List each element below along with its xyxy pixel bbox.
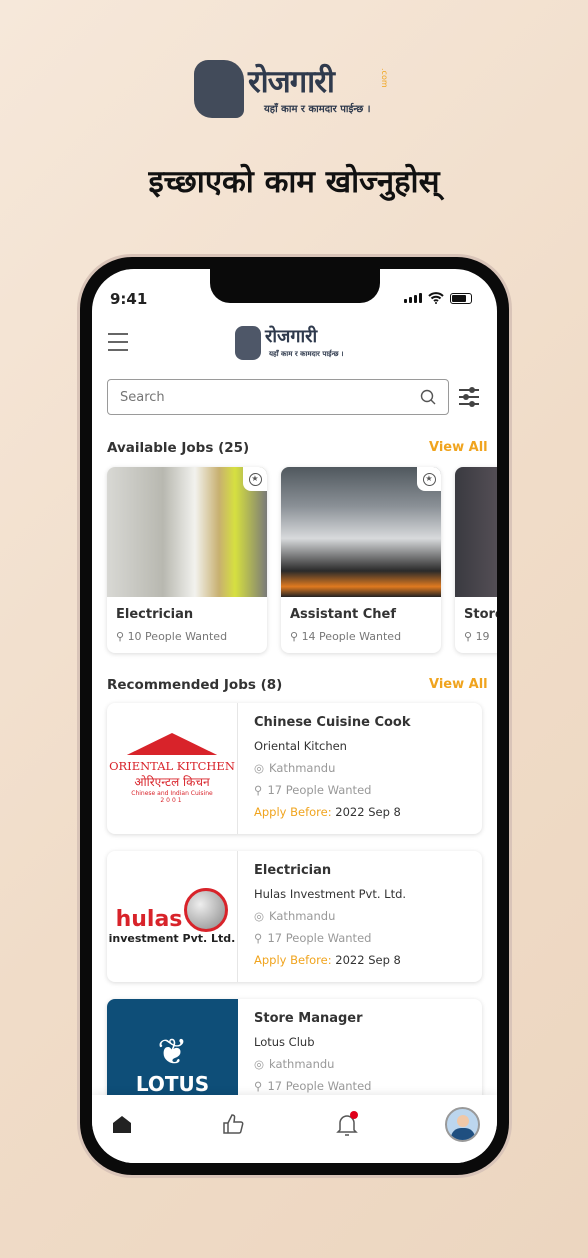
recommended-view-all-link[interactable]: View All bbox=[429, 677, 488, 692]
status-icons bbox=[404, 292, 472, 304]
search-box[interactable] bbox=[107, 379, 449, 415]
company-name: Lotus Club bbox=[254, 1035, 315, 1049]
brand-tagline: यहाँ काम र कामदार पाईन्छ । bbox=[264, 104, 371, 115]
job-image-store bbox=[455, 467, 497, 597]
people-wanted: ⚲ 10 People Wanted bbox=[116, 630, 228, 643]
menu-button[interactable] bbox=[108, 333, 128, 351]
header-brand-name: रोजगारी bbox=[265, 326, 318, 347]
person-icon: ⚲ bbox=[290, 630, 302, 643]
header-logo: रोजगारी यहाँ काम र कामदार पाईन्छ । bbox=[235, 324, 355, 362]
company-logo-oriental-kitchen: ORIENTAL KITCHEN ओरिएन्टल किचन Chinese a… bbox=[107, 703, 238, 834]
home-icon[interactable] bbox=[112, 1115, 132, 1133]
notch bbox=[210, 269, 380, 303]
star-icon: ★ bbox=[422, 472, 436, 486]
job-card[interactable]: Store ⚲ 19 bbox=[455, 467, 497, 653]
header-tagline: यहाँ काम र कामदार पाईन्छ । bbox=[269, 350, 344, 358]
brand-domain: .com bbox=[380, 68, 389, 88]
brand-name: रोजगारी bbox=[248, 64, 335, 100]
location-pin-icon: ◎ bbox=[254, 1057, 265, 1071]
people-wanted: ⚲ 17 People Wanted bbox=[254, 783, 372, 797]
battery-icon bbox=[450, 292, 472, 304]
location: ◎ Kathmandu bbox=[254, 909, 336, 923]
people-wanted: ⚲ 19 bbox=[464, 630, 490, 643]
wifi-icon bbox=[428, 292, 444, 304]
location-pin-icon: ◎ bbox=[254, 909, 265, 923]
person-icon: ⚲ bbox=[254, 783, 263, 797]
profile-avatar[interactable] bbox=[445, 1107, 480, 1142]
like-icon[interactable] bbox=[222, 1113, 244, 1135]
job-title: Store bbox=[464, 607, 497, 622]
company-name: Hulas Investment Pvt. Ltd. bbox=[254, 887, 407, 901]
phone-screen: 9:41 रोजगारी यहाँ काम र कामदार पाईन्छ । … bbox=[92, 269, 497, 1163]
job-title: Store Manager bbox=[254, 1011, 363, 1026]
job-title: Assistant Chef bbox=[290, 607, 396, 622]
available-jobs-title: Available Jobs (25) bbox=[107, 440, 250, 456]
job-title: Electrician bbox=[254, 863, 332, 878]
bookmark-star-button[interactable]: ★ bbox=[243, 467, 267, 491]
people-wanted: ⚲ 17 People Wanted bbox=[254, 931, 372, 945]
job-card[interactable]: ★ Assistant Chef ⚲ 14 People Wanted bbox=[281, 467, 441, 653]
apply-deadline: Apply Before: 2022 Sep 8 bbox=[254, 953, 401, 967]
person-icon: ⚲ bbox=[254, 931, 263, 945]
brand-logo: रोजगारी .com यहाँ काम र कामदार पाईन्छ । bbox=[194, 60, 394, 120]
job-title: Electrician bbox=[116, 607, 194, 622]
company-logo-hulas: hulas investment Pvt. Ltd. bbox=[107, 851, 238, 982]
people-wanted: ⚲ 17 People Wanted bbox=[254, 1079, 372, 1093]
recommended-job-card[interactable]: hulas investment Pvt. Ltd. Electrician H… bbox=[107, 851, 482, 982]
search-icon[interactable] bbox=[420, 389, 436, 405]
bottom-nav bbox=[92, 1095, 497, 1163]
location: ◎ Kathmandu bbox=[254, 761, 336, 775]
person-icon: ⚲ bbox=[254, 1079, 263, 1093]
person-icon: ⚲ bbox=[464, 630, 476, 643]
person-icon: ⚲ bbox=[116, 630, 128, 643]
recommended-jobs-title: Recommended Jobs (8) bbox=[107, 677, 283, 693]
status-time: 9:41 bbox=[110, 290, 148, 308]
notification-dot bbox=[350, 1111, 358, 1119]
bookmark-star-button[interactable]: ★ bbox=[417, 467, 441, 491]
filter-icon[interactable] bbox=[458, 386, 480, 408]
mascot-icon bbox=[235, 326, 261, 360]
job-card[interactable]: ★ Electrician ⚲ 10 People Wanted bbox=[107, 467, 267, 653]
people-wanted: ⚲ 14 People Wanted bbox=[290, 630, 402, 643]
job-title: Chinese Cuisine Cook bbox=[254, 715, 411, 730]
lotus-icon: ❦ bbox=[157, 1031, 188, 1073]
company-name: Oriental Kitchen bbox=[254, 739, 347, 753]
signal-icon bbox=[404, 293, 422, 303]
pagoda-icon bbox=[127, 733, 217, 755]
apply-deadline: Apply Before: 2022 Sep 8 bbox=[254, 805, 401, 819]
headline: इच्छाएको काम खोज्नुहोस् bbox=[148, 164, 440, 200]
star-icon: ★ bbox=[248, 472, 262, 486]
location: ◎ kathmandu bbox=[254, 1057, 335, 1071]
location-pin-icon: ◎ bbox=[254, 761, 265, 775]
available-view-all-link[interactable]: View All bbox=[429, 440, 488, 455]
mascot-icon bbox=[194, 60, 244, 118]
recommended-job-card[interactable]: ORIENTAL KITCHEN ओरिएन्टल किचन Chinese a… bbox=[107, 703, 482, 834]
notifications-button[interactable] bbox=[336, 1111, 358, 1137]
hulas-globe-icon bbox=[184, 888, 229, 932]
search-input[interactable] bbox=[120, 389, 400, 405]
